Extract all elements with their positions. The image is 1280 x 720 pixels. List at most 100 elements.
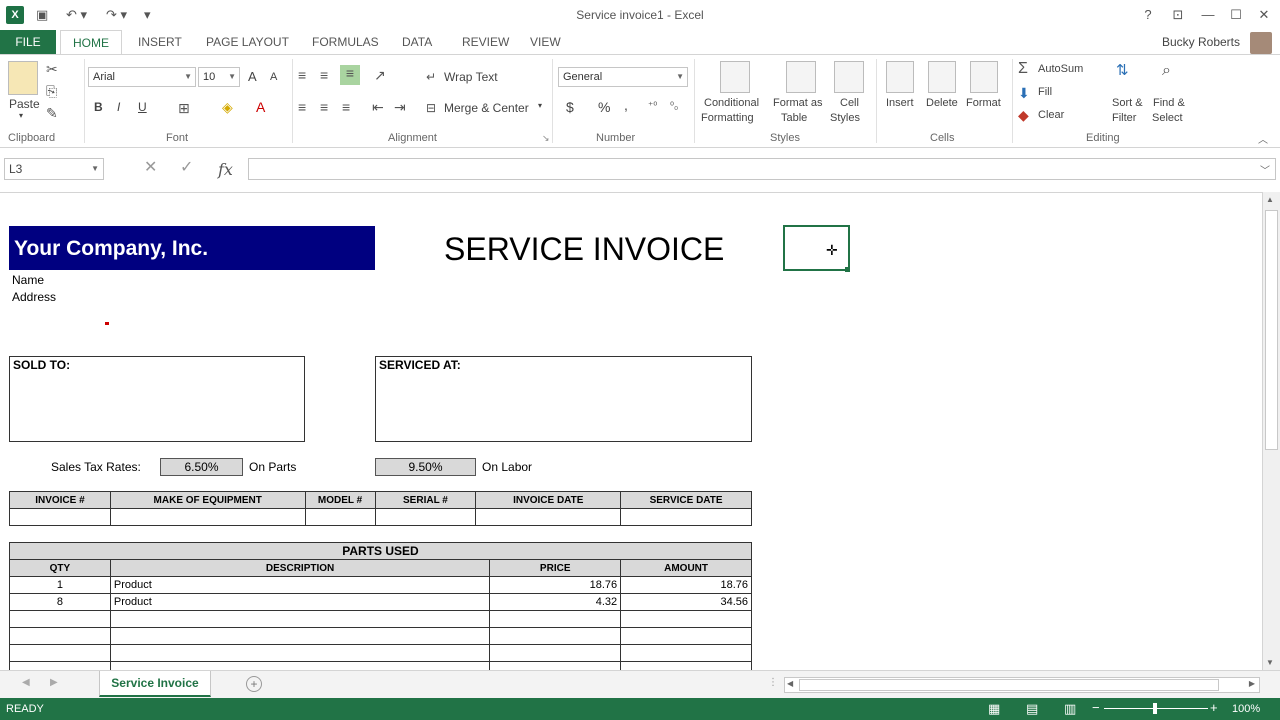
tab-insert[interactable]: INSERT: [136, 30, 184, 54]
new-sheet-icon[interactable]: +: [246, 676, 262, 692]
align-bottom-icon[interactable]: ≡: [340, 65, 360, 85]
paste-button[interactable]: Paste: [9, 97, 40, 111]
align-middle-icon[interactable]: ≡: [320, 67, 328, 83]
ribbon-display-icon[interactable]: ⊡: [1168, 6, 1188, 24]
cell[interactable]: [620, 508, 752, 526]
conditional-formatting-icon[interactable]: [720, 61, 750, 93]
font-color-icon[interactable]: A: [256, 99, 265, 115]
description-cell[interactable]: Product: [109, 593, 491, 611]
horizontal-scrollbar[interactable]: ◀ ▶: [784, 677, 1260, 693]
zoom-level[interactable]: 100%: [1232, 703, 1260, 715]
page-layout-view-icon[interactable]: ▤: [1026, 701, 1038, 717]
conditional-formatting-label-2[interactable]: Formatting: [701, 112, 754, 124]
font-size-select[interactable]: 10 ▼: [198, 67, 240, 87]
name-box[interactable]: L3 ▼: [4, 158, 104, 180]
tab-page-layout[interactable]: PAGE LAYOUT: [204, 30, 291, 54]
cell[interactable]: [489, 661, 622, 670]
format-cells-button[interactable]: Format: [966, 97, 1001, 109]
sort-filter-icon[interactable]: ⇅: [1116, 63, 1129, 79]
header-invoice-number[interactable]: INVOICE #: [9, 491, 111, 509]
tab-data[interactable]: DATA: [400, 30, 434, 54]
header-model-number[interactable]: MODEL #: [304, 491, 376, 509]
font-family-select[interactable]: Arial ▼: [88, 67, 196, 87]
scroll-down-icon[interactable]: ▼: [1266, 658, 1274, 667]
tab-review[interactable]: REVIEW: [460, 30, 511, 54]
find-select-label-1[interactable]: Find &: [1153, 97, 1185, 109]
cell[interactable]: [489, 610, 622, 628]
maximize-icon[interactable]: ☐: [1226, 6, 1246, 24]
invoice-heading[interactable]: SERVICE INVOICE: [444, 231, 724, 268]
prev-sheet-icon[interactable]: ◀: [22, 677, 30, 688]
vertical-scrollbar[interactable]: ▲ ▼: [1262, 192, 1280, 670]
cell[interactable]: [109, 661, 491, 670]
shrink-font-button[interactable]: A: [270, 71, 277, 83]
align-top-icon[interactable]: ≡: [298, 67, 306, 83]
cell[interactable]: [620, 661, 752, 670]
decrease-decimal-icon[interactable]: ⁰₀: [670, 99, 678, 115]
avatar[interactable]: [1250, 32, 1272, 54]
underline-button[interactable]: U: [138, 100, 147, 114]
price-cell[interactable]: 4.32: [489, 593, 622, 611]
parts-used-title[interactable]: PARTS USED: [9, 542, 752, 560]
find-select-label-2[interactable]: Select: [1152, 112, 1183, 124]
copy-icon[interactable]: ⎘: [46, 83, 57, 99]
zoom-out-icon[interactable]: −: [1092, 700, 1100, 715]
page-break-view-icon[interactable]: ▥: [1064, 701, 1076, 717]
decrease-indent-icon[interactable]: ⇤: [372, 99, 384, 115]
tab-formulas[interactable]: FORMULAS: [310, 30, 381, 54]
cell[interactable]: [109, 508, 306, 526]
scroll-left-icon[interactable]: ◀: [787, 679, 793, 688]
bold-button[interactable]: B: [94, 100, 103, 114]
name-label[interactable]: Name: [12, 273, 44, 287]
header-service-date[interactable]: SERVICE DATE: [620, 491, 752, 509]
fill-button[interactable]: Fill: [1038, 86, 1052, 98]
scroll-right-icon[interactable]: ▶: [1249, 679, 1255, 688]
clear-button[interactable]: Clear: [1038, 109, 1064, 121]
format-painter-icon[interactable]: ✎: [46, 105, 58, 121]
amount-cell[interactable]: 34.56: [620, 593, 752, 611]
insert-function-button[interactable]: fx: [218, 160, 233, 179]
conditional-formatting-label-1[interactable]: Conditional: [704, 97, 759, 109]
format-as-table-label-1[interactable]: Format as: [773, 97, 823, 109]
tab-view[interactable]: VIEW: [528, 30, 563, 54]
cell[interactable]: [620, 610, 752, 628]
increase-decimal-icon[interactable]: ⁺⁰: [648, 99, 657, 115]
fill-color-icon[interactable]: ◈: [222, 99, 233, 115]
price-cell[interactable]: 18.76: [489, 576, 622, 594]
qty-cell[interactable]: 1: [9, 576, 111, 594]
horizontal-scroll-thumb[interactable]: [799, 679, 1219, 691]
tax-parts-value[interactable]: 6.50%: [160, 458, 243, 476]
cell[interactable]: [9, 644, 111, 662]
comma-button[interactable]: ,: [624, 97, 628, 113]
header-make-of-equipment[interactable]: MAKE OF EQUIPMENT: [109, 491, 306, 509]
cell-styles-label-2[interactable]: Styles: [830, 112, 860, 124]
amount-cell[interactable]: 18.76: [620, 576, 752, 594]
format-cells-icon[interactable]: [970, 61, 998, 93]
find-select-icon[interactable]: ⌕: [1162, 63, 1171, 79]
expand-formula-bar-icon[interactable]: ﹀: [1260, 162, 1270, 177]
tab-home[interactable]: HOME: [60, 30, 122, 55]
cell[interactable]: [475, 508, 622, 526]
help-icon[interactable]: ?: [1138, 6, 1158, 24]
next-sheet-icon[interactable]: ▶: [50, 677, 58, 688]
paste-icon[interactable]: [8, 61, 38, 95]
sheet-tab-service-invoice[interactable]: Service Invoice: [99, 671, 211, 697]
format-as-table-icon[interactable]: [786, 61, 816, 93]
number-format-select[interactable]: General ▼: [558, 67, 688, 87]
delete-cells-icon[interactable]: [928, 61, 956, 93]
zoom-slider-thumb[interactable]: [1153, 703, 1157, 714]
orientation-icon[interactable]: ↗: [374, 67, 386, 83]
cell[interactable]: [620, 627, 752, 645]
vertical-scroll-thumb[interactable]: [1265, 210, 1278, 450]
chevron-down-icon[interactable]: ▾: [538, 101, 542, 110]
cell-styles-icon[interactable]: [834, 61, 864, 93]
normal-view-icon[interactable]: ▦: [988, 701, 1000, 717]
autosum-button[interactable]: AutoSum: [1038, 63, 1083, 75]
header-description[interactable]: DESCRIPTION: [109, 559, 491, 577]
sort-filter-label-1[interactable]: Sort &: [1112, 97, 1143, 109]
cut-icon[interactable]: ✂: [46, 61, 58, 77]
insert-cells-button[interactable]: Insert: [886, 97, 914, 109]
tax-labor-value[interactable]: 9.50%: [375, 458, 476, 476]
align-right-icon[interactable]: ≡: [342, 99, 350, 115]
merge-center-button[interactable]: Merge & Center: [444, 101, 529, 115]
